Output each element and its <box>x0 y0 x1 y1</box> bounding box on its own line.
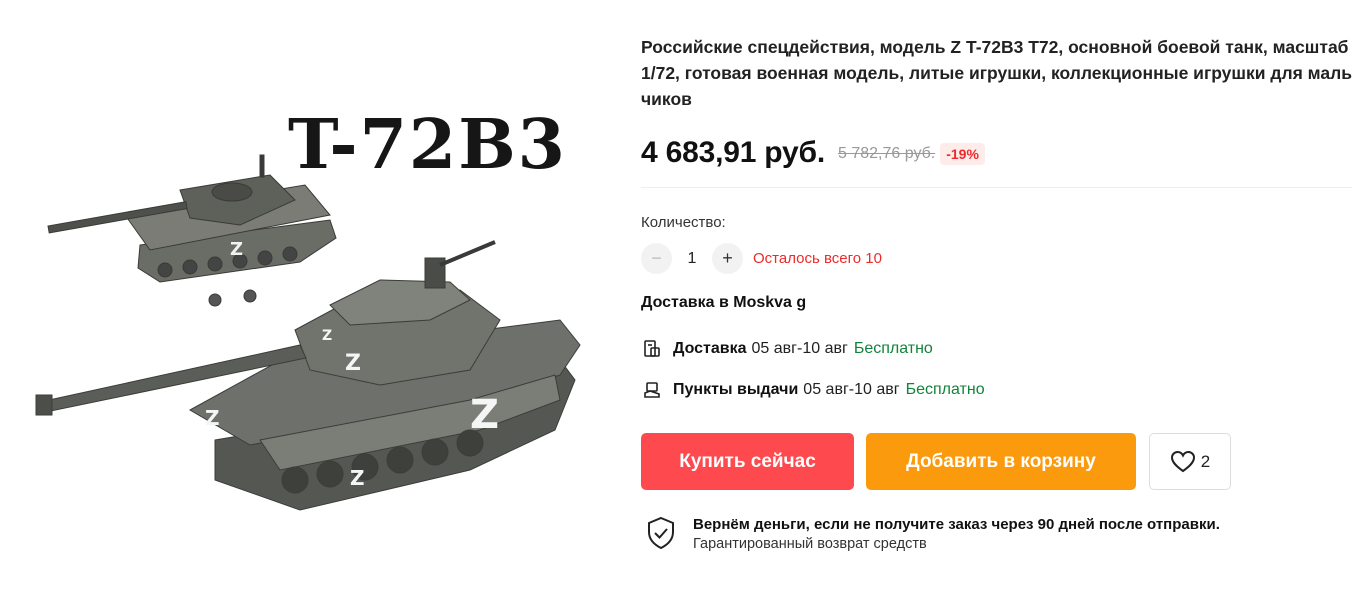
product-title: Российские спецдействия, модель Z T-72B3… <box>641 37 1353 109</box>
shipping-option-courier[interactable]: Доставка 05 авг-10 авг Бесплатно <box>641 338 933 360</box>
quantity-value[interactable]: 1 <box>672 250 712 268</box>
image-caption-text: T-72B3 <box>288 105 567 185</box>
shipping-date: 05 авг-10 авг <box>751 340 848 357</box>
svg-text:Z: Z <box>345 351 361 376</box>
quantity-increase-button[interactable]: + <box>712 243 743 274</box>
shipping-date: 05 авг-10 авг <box>803 381 900 398</box>
shipping-destination[interactable]: Доставка в Moskva g <box>641 294 806 312</box>
tank-model-photo: T-72B3 Z Z Z Z Z Z <box>35 105 581 511</box>
discount-badge: -19% <box>940 143 985 165</box>
shipping-option-pickup[interactable]: Пункты выдачи 05 авг-10 авг Бесплатно <box>641 379 985 401</box>
svg-text:Z: Z <box>350 466 365 490</box>
svg-text:Z: Z <box>230 239 243 260</box>
shield-check-icon <box>648 516 674 550</box>
wishlist-button[interactable]: 2 <box>1149 433 1231 490</box>
product-info: Российские спецдействия, модель Z T-72B3… <box>641 34 1353 112</box>
heart-icon <box>1170 450 1195 472</box>
svg-text:Z: Z <box>205 406 220 430</box>
divider <box>641 187 1352 188</box>
guarantee-subtitle: Гарантированный возврат средств <box>693 536 927 552</box>
delivery-box-icon <box>641 338 663 360</box>
shipping-method-name: Пункты выдачи <box>673 381 799 398</box>
wishlist-count: 2 <box>1200 451 1211 471</box>
quantity-stepper: − 1 + Осталось всего 10 <box>641 243 882 274</box>
quantity-label: Количество: <box>641 214 726 231</box>
pickup-point-icon <box>641 379 663 401</box>
shipping-price: Бесплатно <box>905 381 985 398</box>
svg-text:Z: Z <box>322 328 332 344</box>
price-block: 4 683,91 руб. 5 782,76 руб. -19% <box>641 136 985 170</box>
shipping-method-name: Доставка <box>673 340 747 357</box>
svg-text:Z: Z <box>470 392 499 438</box>
buyer-protection: Вернём деньги, если не получите заказ че… <box>645 515 1220 554</box>
stock-remaining: Осталось всего 10 <box>753 250 882 267</box>
product-image[interactable]: T-72B3 Z Z Z Z Z Z <box>0 0 600 600</box>
buy-now-button[interactable]: Купить сейчас <box>641 433 854 490</box>
old-price: 5 782,76 руб. <box>838 145 936 162</box>
guarantee-title: Вернём деньги, если не получите заказ че… <box>693 516 1220 533</box>
current-price: 4 683,91 руб. <box>641 136 825 169</box>
shipping-price: Бесплатно <box>853 340 933 357</box>
large-tank-illustration: Z Z Z Z Z <box>35 240 581 511</box>
quantity-decrease-button[interactable]: − <box>641 243 672 274</box>
add-to-cart-button[interactable]: Добавить в корзину <box>866 433 1136 490</box>
